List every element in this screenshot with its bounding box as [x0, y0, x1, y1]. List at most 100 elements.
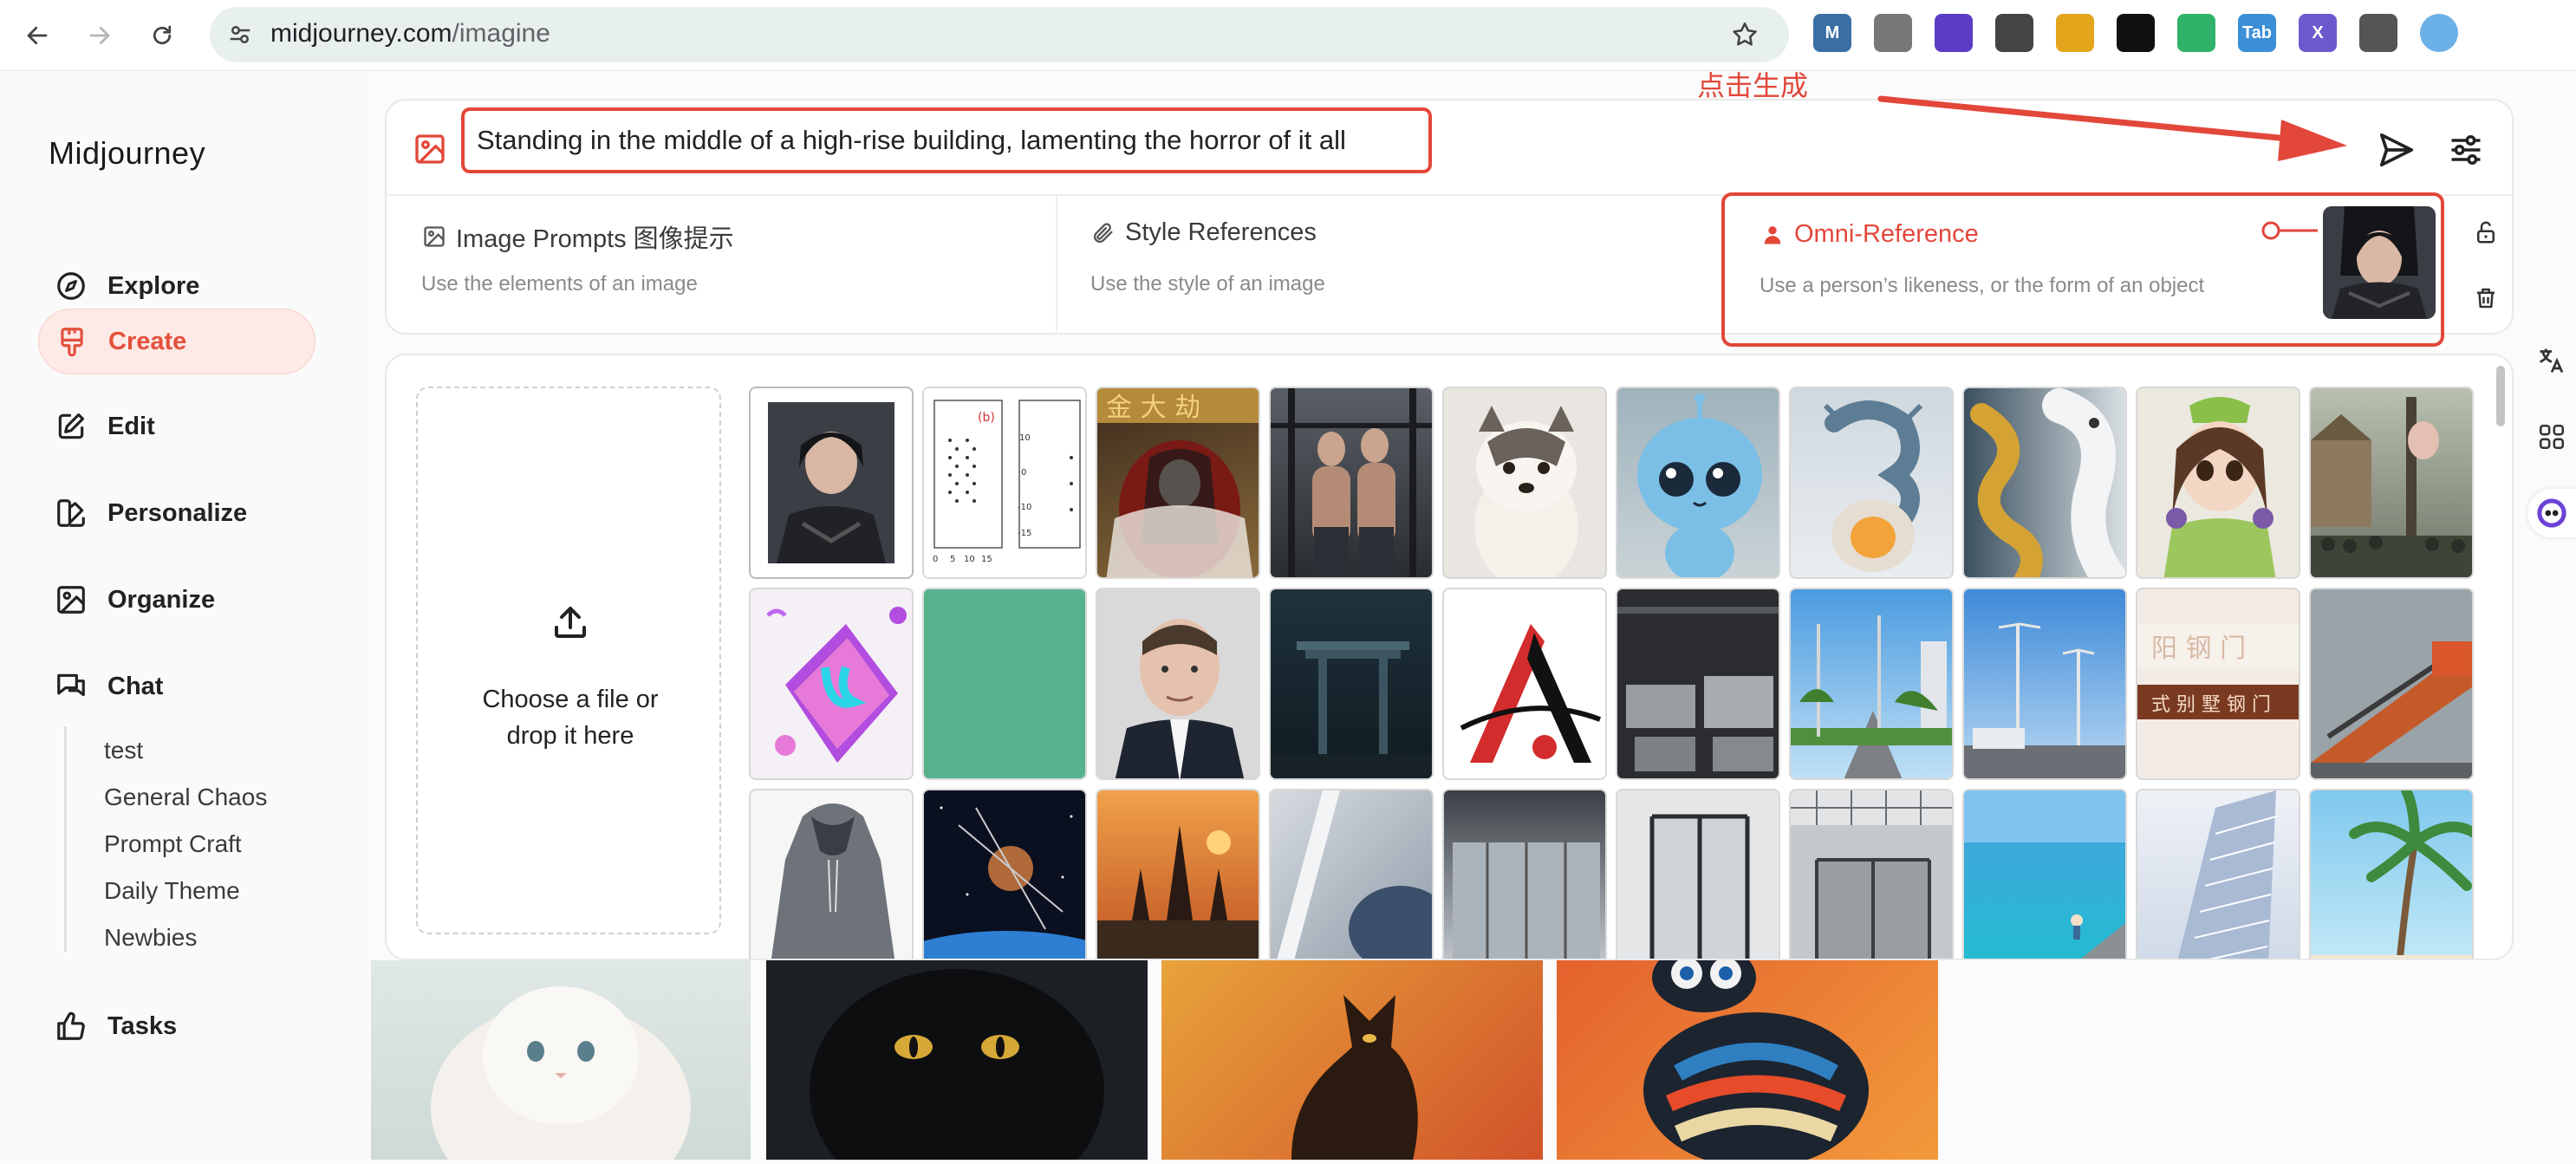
chat-room-general-chaos[interactable]: General Chaos: [104, 784, 267, 811]
image-tile[interactable]: [2136, 387, 2300, 579]
nav-create[interactable]: Create: [38, 309, 315, 374]
lock-button[interactable]: [2470, 217, 2501, 248]
nav-tasks-label: Tasks: [107, 1011, 178, 1040]
image-tile[interactable]: [1269, 588, 1434, 780]
settings-button[interactable]: [2443, 127, 2489, 173]
feed-image-patterned-cat[interactable]: [1557, 943, 1938, 1164]
url-path: /imagine: [452, 19, 550, 48]
x-ext-icon[interactable]: X: [2299, 14, 2337, 52]
feed-image-orange-cat[interactable]: [1161, 960, 1543, 1160]
image-tile[interactable]: [2309, 789, 2474, 959]
svg-text:(b): (b): [978, 411, 995, 425]
image-prompt-icon: [421, 224, 447, 250]
file-dropzone[interactable]: Choose a file or drop it here: [416, 387, 721, 934]
omni-reference-section[interactable]: Omni-Reference Use a person’s likeness, …: [1721, 192, 2444, 347]
add-image-icon[interactable]: [413, 132, 447, 166]
image-tile[interactable]: [1616, 588, 1780, 780]
trash-icon: [2477, 288, 2495, 309]
nav-organize[interactable]: Organize: [38, 567, 315, 633]
image-tile[interactable]: [1269, 387, 1434, 579]
nav-tasks[interactable]: Tasks: [38, 993, 315, 1059]
picker-scrollbar[interactable]: [2493, 361, 2508, 959]
omni-weight-slider[interactable]: [2261, 220, 2318, 241]
image-tile[interactable]: (b) 0 5 10 15 10 0 -10 -15: [922, 387, 1087, 579]
image-tile[interactable]: [1269, 789, 1434, 959]
markdown-ext-icon[interactable]: M: [1813, 14, 1851, 52]
feed-image-black-cat[interactable]: [766, 960, 1148, 1164]
image-prompts-desc: Use the elements of an image: [421, 272, 698, 296]
delete-button[interactable]: [2470, 283, 2501, 314]
image-tile[interactable]: [749, 387, 914, 579]
omni-reference-image[interactable]: [2323, 206, 2436, 319]
image-tile[interactable]: [2309, 387, 2474, 579]
image-tile[interactable]: [1962, 789, 2127, 959]
feed-image-white-cat[interactable]: [371, 960, 751, 1164]
sidebar: Midjourney Explore Create Edit Personali…: [0, 71, 373, 1160]
unlock-icon: [2477, 221, 2495, 244]
nav-personalize[interactable]: Personalize: [38, 480, 315, 546]
image-tile[interactable]: [1962, 387, 2127, 579]
forward-button[interactable]: [76, 12, 123, 59]
image-tile[interactable]: [1616, 387, 1780, 579]
nav-create-label: Create: [108, 327, 187, 355]
picker-scroll-thumb[interactable]: [2496, 366, 2505, 426]
brand-logo[interactable]: Midjourney: [49, 135, 205, 172]
style-references-section[interactable]: Style References Use the style of an ima…: [1090, 196, 1697, 335]
qr-ext-icon[interactable]: [1995, 14, 2033, 52]
image-tile[interactable]: [1789, 588, 1954, 780]
image-tile[interactable]: [1962, 588, 2127, 780]
image-tile[interactable]: [1616, 789, 1780, 959]
image-tile[interactable]: [749, 588, 914, 780]
image-tile[interactable]: 金 大 劫: [1096, 387, 1260, 579]
reload-button[interactable]: [139, 12, 185, 59]
image-tile[interactable]: 阳 钢 门式 别 墅 钢 门: [2136, 588, 2300, 780]
nav-organize-label: Organize: [107, 585, 216, 614]
image-prompts-section[interactable]: Image Prompts 图像提示 Use the elements of a…: [421, 196, 1045, 335]
back-button[interactable]: [14, 12, 61, 59]
prompt-input[interactable]: Standing in the middle of a high-rise bu…: [461, 107, 1432, 173]
bookmark-star-icon[interactable]: [1730, 20, 1760, 49]
image-tile[interactable]: [1442, 387, 1607, 579]
tab-ext-icon[interactable]: Tab: [2238, 14, 2276, 52]
send-button[interactable]: [2373, 127, 2420, 173]
glasses-ext-icon[interactable]: [2117, 14, 2155, 52]
image-tile[interactable]: [1442, 588, 1607, 780]
reload-icon: [153, 25, 172, 45]
chat-room-prompt-craft[interactable]: Prompt Craft: [104, 830, 242, 858]
thumbs-up-icon: [54, 1009, 88, 1044]
image-prompts-label: Image Prompts 图像提示: [456, 225, 734, 253]
apps-tool[interactable]: [2527, 413, 2576, 461]
image-tile[interactable]: [1096, 789, 1260, 959]
address-bar[interactable]: midjourney.com/imagine: [210, 7, 1789, 62]
chat-room-daily-theme[interactable]: Daily Theme: [104, 877, 240, 905]
image-tile[interactable]: [2309, 588, 2474, 780]
profile-avatar-icon[interactable]: [2420, 14, 2458, 52]
image-tile[interactable]: [922, 588, 1087, 780]
image-tile[interactable]: [1789, 789, 1954, 959]
chat-room-newbies[interactable]: Newbies: [104, 924, 197, 952]
cat-ext-icon[interactable]: [2056, 14, 2094, 52]
image-tile[interactable]: [1442, 789, 1607, 959]
nav-chat[interactable]: Chat: [38, 654, 315, 719]
chat-tree-line: [64, 726, 67, 952]
svg-text:5: 5: [950, 555, 955, 564]
chat-room-test[interactable]: test: [104, 737, 143, 764]
puzzle-ext-icon[interactable]: [2359, 14, 2397, 52]
image-tile[interactable]: [1789, 387, 1954, 579]
svg-text:10: 10: [1019, 433, 1031, 443]
assistant-tool[interactable]: [2527, 489, 2576, 537]
image-tile[interactable]: [2136, 789, 2300, 959]
shield-ext-icon[interactable]: [2177, 14, 2215, 52]
image-tile[interactable]: [749, 789, 914, 959]
nav-personalize-label: Personalize: [107, 498, 248, 527]
nav-edit[interactable]: Edit: [38, 393, 315, 459]
person-icon: [1760, 222, 1786, 248]
image-tile[interactable]: [1096, 588, 1260, 780]
copy-ext-icon[interactable]: [1874, 14, 1912, 52]
omni-reference-desc: Use a person’s likeness, or the form of …: [1760, 274, 2205, 297]
url-host: midjourney.com: [270, 19, 452, 48]
monica-ext-icon[interactable]: [1935, 14, 1973, 52]
svg-text:0: 0: [933, 555, 938, 564]
image-tile[interactable]: [922, 789, 1087, 959]
translate-tool[interactable]: [2527, 336, 2576, 385]
